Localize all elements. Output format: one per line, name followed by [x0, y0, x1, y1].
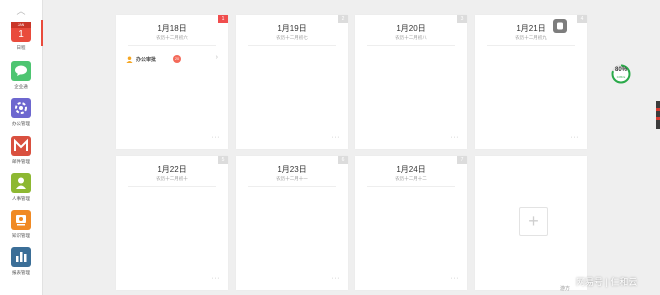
office-gear-icon	[11, 98, 31, 118]
day-count-badge: 3	[457, 15, 467, 23]
chevron-up-icon[interactable]: ︿	[15, 7, 27, 16]
day-date: 1月20日	[396, 24, 426, 33]
chevron-right-icon: ›	[215, 54, 218, 61]
sidebar-item-label: 日程	[16, 45, 26, 51]
more-button[interactable]: ···	[332, 134, 341, 141]
day-card[interactable]: 5 1月22日 农历十二月初十 ···	[116, 156, 228, 290]
sidebar-item-knowledge[interactable]: 知识管理	[0, 210, 42, 239]
day-date: 1月19日	[277, 24, 307, 33]
day-card[interactable]: 1 1月18日 农历十二月初六 办公审批 20 › ···	[116, 15, 228, 149]
sidebar: ︿ JAN 1 日程 企业通 办公管理 邮件管理 人事管理 知识管理 报表管理	[0, 0, 43, 295]
sidebar-item-label: 企业通	[14, 84, 28, 90]
lunar-date: 农历十二月十二	[395, 176, 427, 181]
sidebar-item-label: 人事管理	[11, 196, 30, 202]
chat-bubble-icon	[11, 61, 31, 81]
day-date: 1月21日	[516, 24, 546, 33]
sidebar-item-schedule[interactable]: JAN 1 日程	[0, 22, 42, 51]
sidebar-item-hr[interactable]: 人事管理	[0, 173, 42, 202]
divider	[487, 45, 575, 46]
day-count-badge: 1	[218, 15, 228, 23]
day-card[interactable]: 7 1月24日 农历十二月十二 ···	[355, 156, 467, 290]
calendar-icon-day: 1	[18, 29, 24, 40]
more-button[interactable]: ···	[451, 275, 460, 282]
sidebar-item-label: 报表管理	[11, 270, 30, 276]
divider	[248, 186, 336, 187]
more-button[interactable]: ···	[332, 275, 341, 282]
progress-percent: 80%	[614, 67, 627, 73]
divider	[248, 45, 336, 46]
add-card[interactable]: +	[475, 156, 587, 290]
person-icon	[126, 56, 133, 63]
day-card[interactable]: 4 1月21日 农历十二月初九 ···	[475, 15, 587, 149]
sidebar-item-office[interactable]: 办公管理	[0, 98, 42, 127]
watermark-text: 网易号 | 仁和云	[576, 277, 638, 287]
edge-tab[interactable]	[656, 101, 660, 129]
sidebar-item-label: 邮件管理	[11, 159, 30, 165]
lunar-date: 农历十二月初十	[156, 176, 188, 181]
day-date: 1月24日	[396, 165, 426, 174]
person-icon	[11, 173, 31, 193]
day-card[interactable]: 2 1月19日 农历十二月初七 ···	[236, 15, 348, 149]
sidebar-item-chat[interactable]: 企业通	[0, 61, 42, 90]
more-button[interactable]: ···	[571, 134, 580, 141]
schedule-title: 办公审批	[136, 57, 157, 63]
progress-rate: 0.8K/s	[616, 75, 626, 79]
day-count-badge: 6	[338, 156, 348, 164]
memory-progress-widget[interactable]: 80% 0.8K/s	[611, 64, 631, 84]
calendar-icon: JAN 1	[11, 22, 31, 42]
mail-icon	[11, 136, 31, 156]
day-card[interactable]: 6 1月23日 农历十二月十一 ···	[236, 156, 348, 290]
sidebar-item-mail[interactable]: 邮件管理	[0, 136, 42, 165]
knowledge-icon	[11, 210, 31, 230]
sidebar-item-label: 办公管理	[11, 121, 30, 127]
more-button[interactable]: ···	[212, 275, 221, 282]
day-count-badge: 4	[577, 15, 587, 23]
lunar-date: 农历十二月十一	[276, 176, 308, 181]
day-date: 1月18日	[157, 24, 187, 33]
divider	[128, 45, 216, 46]
divider	[367, 186, 455, 187]
divider	[367, 45, 455, 46]
lunar-date: 农历十二月初七	[276, 35, 308, 40]
sidebar-item-reports[interactable]: 报表管理	[0, 247, 42, 276]
more-button[interactable]: ···	[451, 134, 460, 141]
watermark-small: 游方	[560, 286, 571, 292]
sidebar-item-label: 知识管理	[11, 233, 30, 239]
schedule-item[interactable]: 办公审批 20 ›	[126, 54, 220, 64]
more-button[interactable]: ···	[212, 134, 221, 141]
day-date: 1月22日	[157, 165, 187, 174]
add-schedule-button[interactable]: +	[519, 207, 548, 236]
lunar-date: 农历十二月初八	[395, 35, 427, 40]
day-date: 1月23日	[277, 165, 307, 174]
day-count-badge: 5	[218, 156, 228, 164]
day-card[interactable]: 3 1月20日 农历十二月初八 ···	[355, 15, 467, 149]
divider	[128, 186, 216, 187]
count-badge: 20	[173, 55, 181, 63]
lunar-date: 农历十二月初九	[515, 35, 547, 40]
day-count-badge: 7	[457, 156, 467, 164]
bar-chart-icon	[11, 247, 31, 267]
day-count-badge: 2	[338, 15, 348, 23]
lunar-date: 农历十二月初六	[156, 35, 188, 40]
